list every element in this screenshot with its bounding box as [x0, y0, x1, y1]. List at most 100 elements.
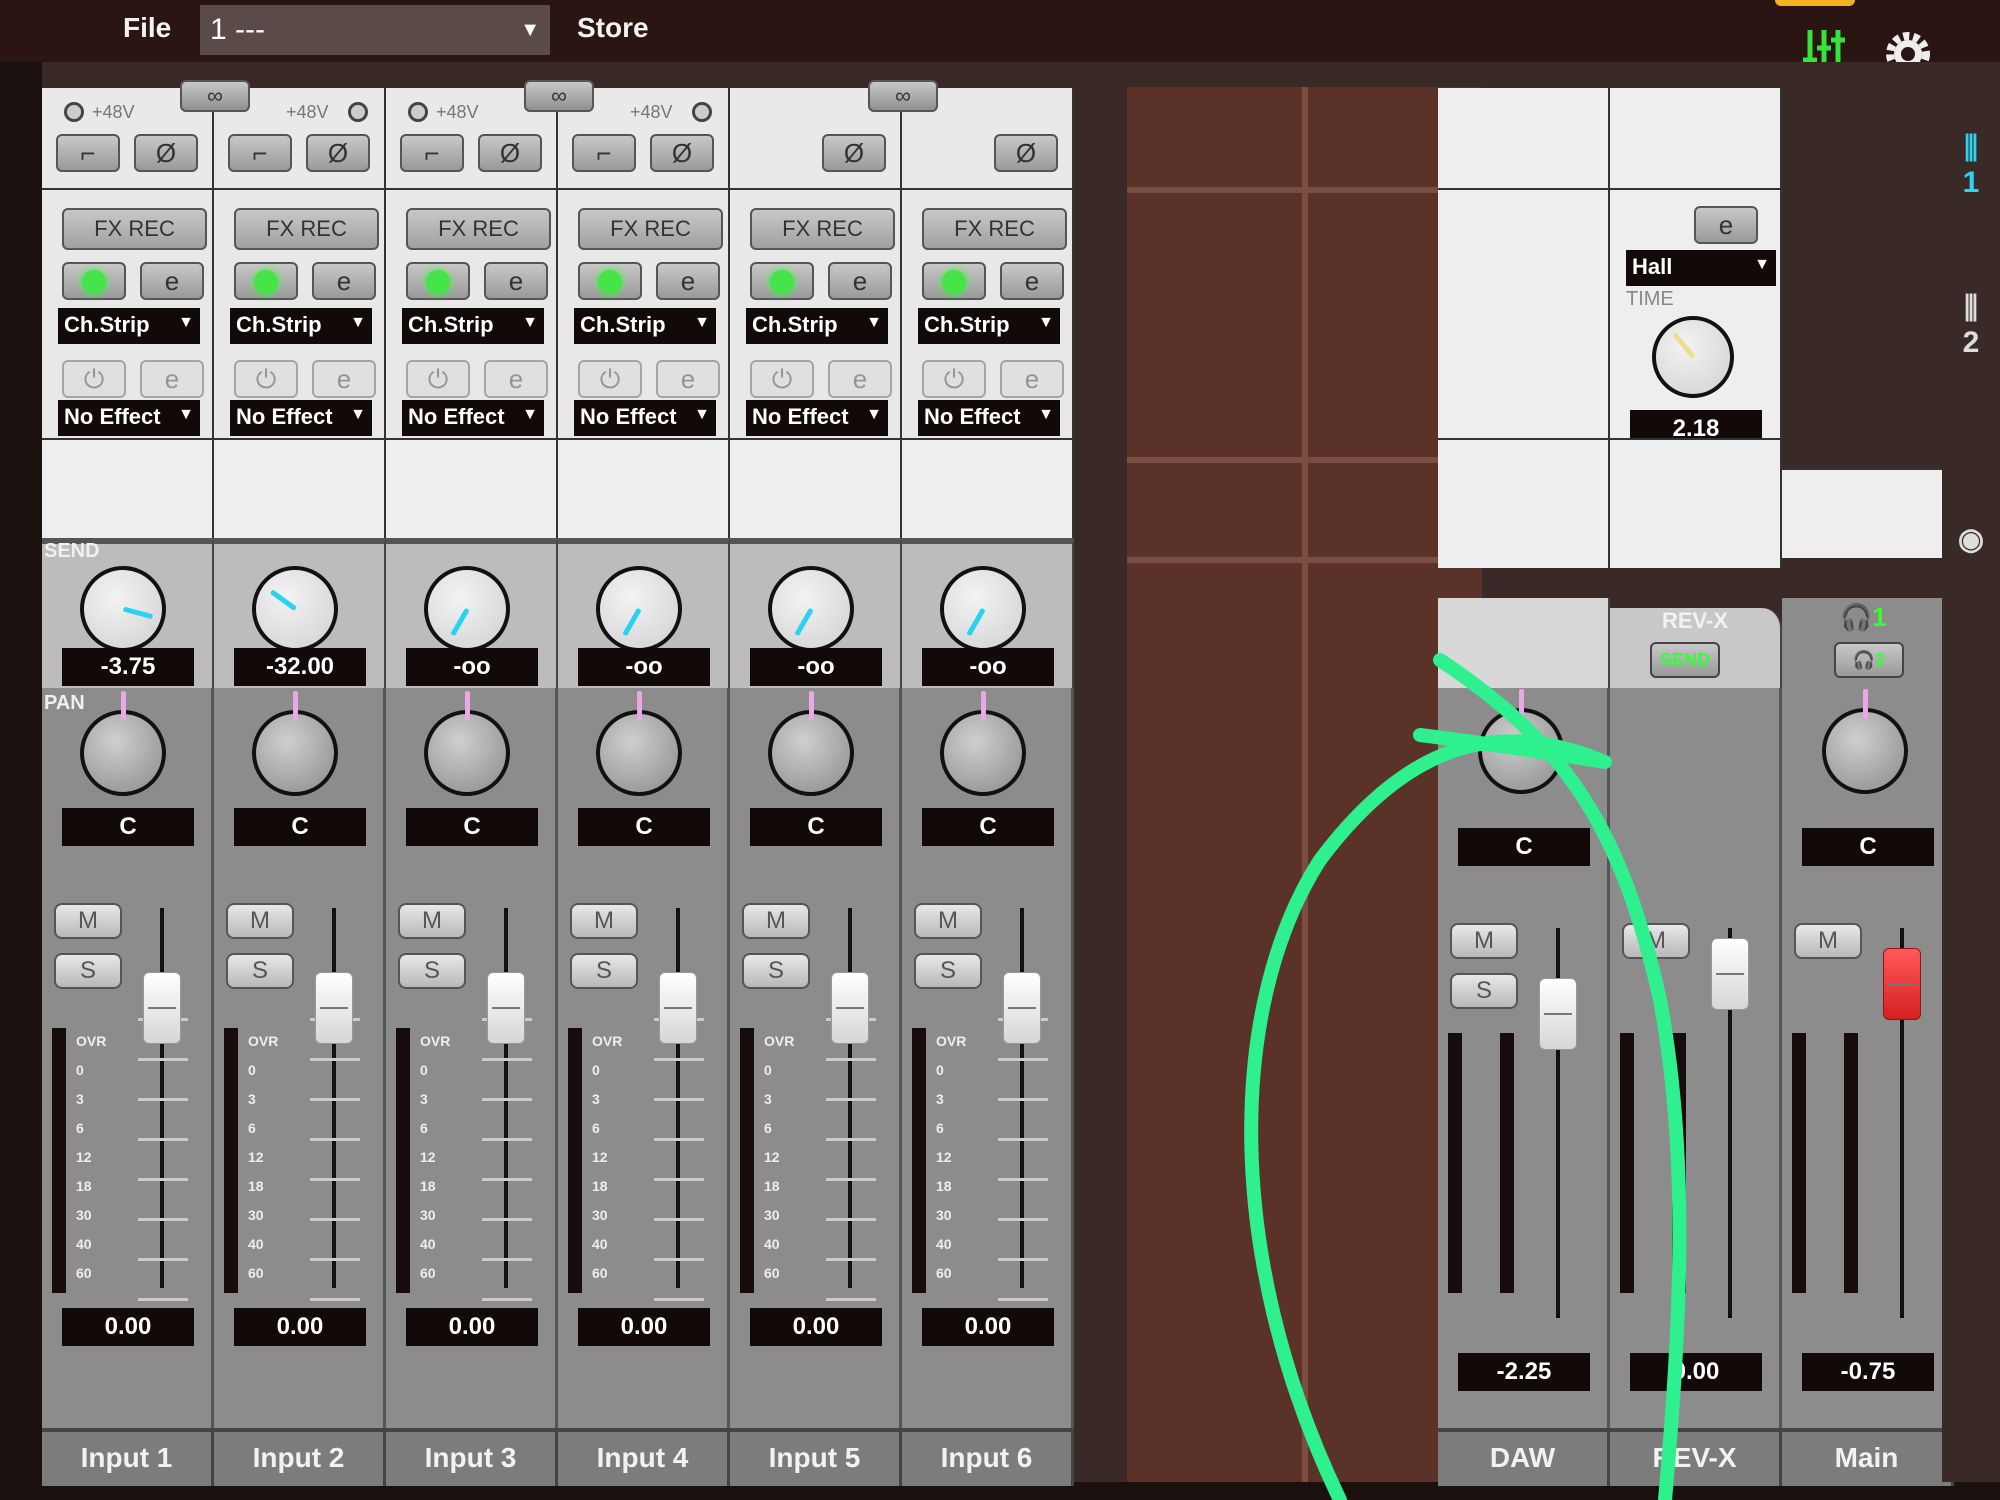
solo-button[interactable]: S: [1450, 973, 1518, 1009]
phase-invert-button[interactable]: Ø: [306, 134, 370, 172]
fx-rec-button[interactable]: FX REC: [62, 208, 207, 250]
slot1-edit-button[interactable]: e: [140, 262, 204, 300]
slot2-power-button[interactable]: ⏻: [922, 360, 986, 398]
mute-button[interactable]: M: [1622, 923, 1690, 959]
fx-rec-button[interactable]: FX REC: [406, 208, 551, 250]
pan-knob[interactable]: [252, 691, 338, 796]
revx-send-button[interactable]: SEND: [1650, 642, 1720, 678]
slot1-effect-select[interactable]: Ch.Strip ▼: [230, 308, 372, 344]
fader-handle[interactable]: [1003, 972, 1041, 1044]
slot2-effect-select[interactable]: No Effect ▼: [58, 400, 200, 436]
phase-invert-button[interactable]: Ø: [822, 134, 886, 172]
slot2-edit-button[interactable]: e: [312, 360, 376, 398]
phantom-power-led[interactable]: [64, 102, 84, 122]
send-knob[interactable]: [940, 566, 1026, 652]
slot1-edit-button[interactable]: e: [1000, 262, 1064, 300]
mixer-page-2-tab[interactable]: ⫼ 2: [1942, 292, 2000, 360]
mute-button[interactable]: M: [54, 903, 122, 939]
slot2-effect-select[interactable]: No Effect ▼: [918, 400, 1060, 436]
phantom-power-led[interactable]: [348, 102, 368, 122]
slot1-effect-select[interactable]: Ch.Strip ▼: [918, 308, 1060, 344]
fx-rec-button[interactable]: FX REC: [750, 208, 895, 250]
slot2-power-button[interactable]: ⏻: [578, 360, 642, 398]
send-knob[interactable]: [768, 566, 854, 652]
reverb-type-select[interactable]: Hall ▼: [1626, 250, 1776, 286]
phase-invert-button[interactable]: Ø: [994, 134, 1058, 172]
mute-button[interactable]: M: [742, 903, 810, 939]
slot2-effect-select[interactable]: No Effect ▼: [746, 400, 888, 436]
fader-handle[interactable]: [1883, 948, 1921, 1020]
high-pass-filter-button[interactable]: ⌐: [572, 134, 636, 172]
slot2-power-button[interactable]: ⏻: [750, 360, 814, 398]
high-pass-filter-button[interactable]: ⌐: [56, 134, 120, 172]
phantom-power-led[interactable]: [408, 102, 428, 122]
solo-button[interactable]: S: [742, 953, 810, 989]
slot1-effect-select[interactable]: Ch.Strip ▼: [746, 308, 888, 344]
fader-handle[interactable]: [487, 972, 525, 1044]
slot1-power-button[interactable]: [406, 262, 470, 300]
send-knob[interactable]: [80, 566, 166, 652]
mute-button[interactable]: M: [914, 903, 982, 939]
slot1-edit-button[interactable]: e: [828, 262, 892, 300]
stereo-link-button[interactable]: ∞: [524, 80, 594, 112]
slot2-power-button[interactable]: ⏻: [234, 360, 298, 398]
slot1-power-button[interactable]: [922, 262, 986, 300]
pan-knob[interactable]: [80, 691, 166, 796]
high-pass-filter-button[interactable]: ⌐: [228, 134, 292, 172]
slot2-edit-button[interactable]: e: [1000, 360, 1064, 398]
phantom-power-led[interactable]: [692, 102, 712, 122]
slot1-effect-select[interactable]: Ch.Strip ▼: [58, 308, 200, 344]
solo-button[interactable]: S: [398, 953, 466, 989]
slot2-power-button[interactable]: ⏻: [62, 360, 126, 398]
solo-button[interactable]: S: [54, 953, 122, 989]
pan-knob[interactable]: [596, 691, 682, 796]
mute-button[interactable]: M: [1450, 923, 1518, 959]
fader-handle[interactable]: [831, 972, 869, 1044]
slot1-edit-button[interactable]: e: [656, 262, 720, 300]
slot1-edit-button[interactable]: e: [312, 262, 376, 300]
fader-handle[interactable]: [315, 972, 353, 1044]
phase-invert-button[interactable]: Ø: [478, 134, 542, 172]
preset-select[interactable]: 1 --- ▼: [200, 5, 550, 55]
playback-icon[interactable]: ◉: [1942, 522, 2000, 557]
pan-knob[interactable]: [768, 691, 854, 796]
edit-reverb-button[interactable]: e: [1694, 206, 1758, 244]
solo-button[interactable]: S: [570, 953, 638, 989]
headphone-2-button[interactable]: 🎧2: [1834, 642, 1904, 678]
slot2-power-button[interactable]: ⏻: [406, 360, 470, 398]
fader-handle[interactable]: [1539, 978, 1577, 1050]
mute-button[interactable]: M: [570, 903, 638, 939]
send-knob[interactable]: [596, 566, 682, 652]
stereo-link-button[interactable]: ∞: [868, 80, 938, 112]
reverb-time-knob[interactable]: [1652, 316, 1734, 398]
store-button[interactable]: Store: [577, 12, 649, 44]
pan-knob[interactable]: [1822, 689, 1908, 794]
pan-knob[interactable]: [1478, 689, 1564, 794]
pan-knob[interactable]: [424, 691, 510, 796]
phase-invert-button[interactable]: Ø: [134, 134, 198, 172]
slot2-effect-select[interactable]: No Effect ▼: [230, 400, 372, 436]
slot1-power-button[interactable]: [62, 262, 126, 300]
solo-button[interactable]: S: [914, 953, 982, 989]
phase-invert-button[interactable]: Ø: [650, 134, 714, 172]
slot2-edit-button[interactable]: e: [828, 360, 892, 398]
slot1-effect-select[interactable]: Ch.Strip ▼: [574, 308, 716, 344]
send-knob[interactable]: [252, 566, 338, 652]
slot2-edit-button[interactable]: e: [484, 360, 548, 398]
fader-handle[interactable]: [659, 972, 697, 1044]
slot1-power-button[interactable]: [750, 262, 814, 300]
mute-button[interactable]: M: [1794, 923, 1862, 959]
mixer-page-1-tab[interactable]: ⫼ 1: [1942, 132, 2000, 200]
fader-handle[interactable]: [1711, 938, 1749, 1010]
fx-rec-button[interactable]: FX REC: [234, 208, 379, 250]
fader-handle[interactable]: [143, 972, 181, 1044]
fx-rec-button[interactable]: FX REC: [578, 208, 723, 250]
slot1-edit-button[interactable]: e: [484, 262, 548, 300]
slot2-edit-button[interactable]: e: [140, 360, 204, 398]
slot1-effect-select[interactable]: Ch.Strip ▼: [402, 308, 544, 344]
high-pass-filter-button[interactable]: ⌐: [400, 134, 464, 172]
stereo-link-button[interactable]: ∞: [180, 80, 250, 112]
slot2-edit-button[interactable]: e: [656, 360, 720, 398]
send-knob[interactable]: [424, 566, 510, 652]
file-menu[interactable]: File: [123, 12, 171, 44]
